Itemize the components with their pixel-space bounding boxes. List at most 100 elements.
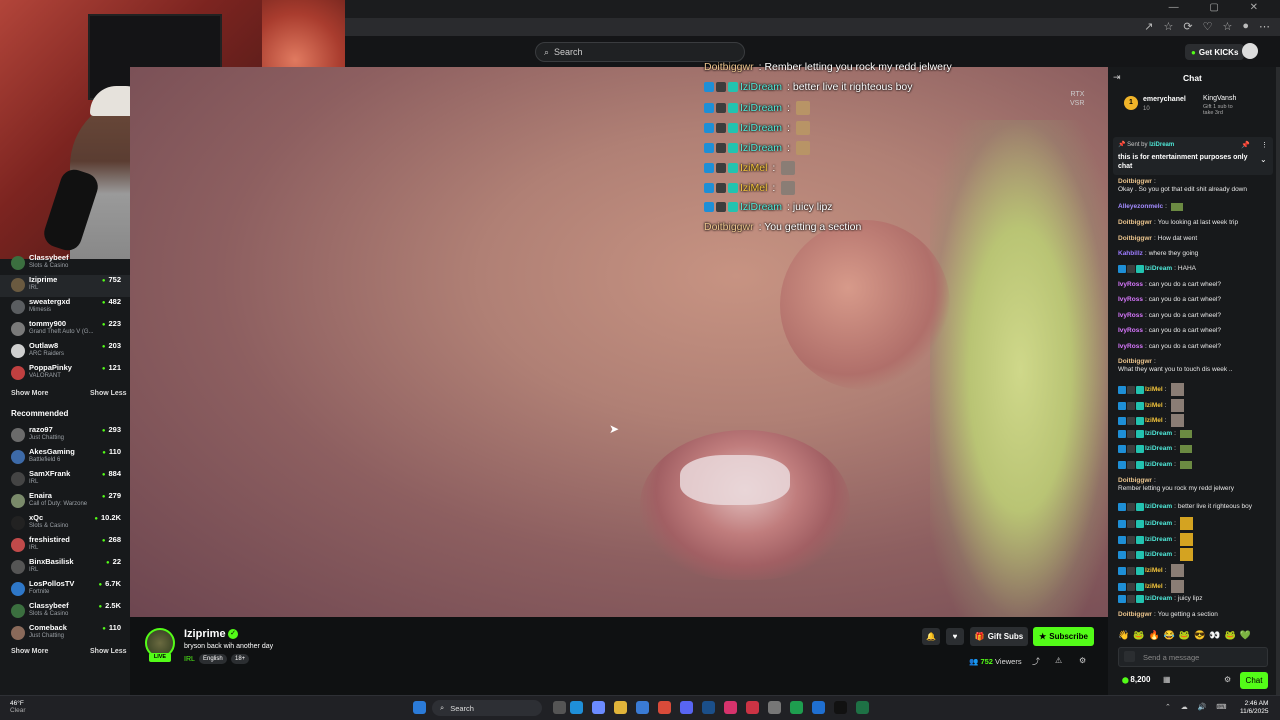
- chat-message[interactable]: IziDream:: [1118, 430, 1268, 438]
- chat-message[interactable]: IvyRoss: can you do a cart wheel?: [1118, 281, 1268, 289]
- follow-heart-icon[interactable]: ♥: [946, 628, 964, 645]
- recommended-show-less-button[interactable]: Show Less: [90, 648, 127, 655]
- sidebar-channel-item[interactable]: SamXFrankIRL 884: [0, 469, 130, 491]
- copilot-icon[interactable]: [592, 701, 605, 714]
- chat-username[interactable]: IvyRoss: [1118, 281, 1143, 289]
- sidebar-channel-item[interactable]: EnairaCall of Duty: Warzone 279: [0, 491, 130, 513]
- sidebar-channel-item[interactable]: PoppaPinkyVALORANT 121: [0, 363, 130, 385]
- emote-icon[interactable]: 👀: [1209, 630, 1220, 641]
- chat-username[interactable]: IziDream: [1145, 445, 1172, 453]
- chat-settings-icon[interactable]: ⚙: [1224, 675, 1231, 684]
- gift-subs-button[interactable]: 🎁 Gift Subs: [970, 627, 1028, 646]
- chat-username[interactable]: Doitbiggwr: [1118, 235, 1152, 243]
- chat-message[interactable]: IvyRoss: can you do a cart wheel?: [1118, 312, 1268, 320]
- chat-message[interactable]: IvyRoss: can you do a cart wheel?: [1118, 327, 1268, 335]
- video-player[interactable]: [130, 67, 1108, 617]
- chat-message[interactable]: IziDream:: [1118, 548, 1268, 561]
- sidebar-channel-item[interactable]: AkesGamingBattlefield 6 110: [0, 447, 130, 469]
- chat-message[interactable]: IziMel:: [1118, 383, 1268, 396]
- tag-mature[interactable]: 18+: [231, 654, 250, 664]
- sidebar-channel-item[interactable]: IziprimeIRL 752: [0, 275, 130, 297]
- collapse-chat-icon[interactable]: ⇥: [1113, 72, 1121, 83]
- chrome-icon[interactable]: [658, 701, 671, 714]
- show-more-button[interactable]: Show More: [11, 390, 48, 397]
- address-bar[interactable]: [345, 18, 1280, 36]
- chat-message-input[interactable]: Send a message: [1118, 647, 1268, 667]
- chat-message[interactable]: IziMel:: [1118, 399, 1268, 412]
- chat-username[interactable]: Doitbiggwr: [1118, 178, 1152, 186]
- browser-toolbar-icon[interactable]: ♡: [1203, 20, 1213, 33]
- chat-message[interactable]: IziMel:: [1118, 580, 1268, 593]
- chat-message[interactable]: IziDream:: [1118, 445, 1268, 453]
- gift-leader-name[interactable]: KingVansh: [1203, 95, 1236, 102]
- outlook-icon[interactable]: [812, 701, 825, 714]
- snipping-icon[interactable]: [746, 701, 759, 714]
- chat-message[interactable]: Doitbiggwr: Okay . So you got that edit s…: [1118, 178, 1268, 194]
- chat-message[interactable]: Alleyezonmelc:: [1118, 203, 1268, 211]
- chat-message[interactable]: IziDream:: [1118, 461, 1268, 469]
- get-kicks-button[interactable]: ● Get KICKs: [1185, 44, 1245, 60]
- chat-username[interactable]: IziDream: [1145, 503, 1172, 511]
- chat-username[interactable]: IziMel: [1145, 386, 1163, 394]
- sidebar-channel-item[interactable]: LosPollosTVFortnite 6.7K: [0, 579, 130, 601]
- browser-toolbar-icon[interactable]: ●: [1242, 20, 1249, 33]
- chat-username[interactable]: IvyRoss: [1118, 312, 1143, 320]
- chat-username[interactable]: Doitbiggwr: [1118, 219, 1152, 227]
- chat-message[interactable]: IvyRoss: can you do a cart wheel?: [1118, 343, 1268, 351]
- tiktok-icon[interactable]: [834, 701, 847, 714]
- chat-username[interactable]: Kahbillz: [1118, 250, 1143, 258]
- chevron-down-icon[interactable]: ⌄: [1260, 155, 1267, 164]
- task-view-icon[interactable]: [553, 701, 566, 714]
- emote-icon[interactable]: 🐸: [1225, 630, 1236, 641]
- chat-message[interactable]: IziDream:: [1118, 533, 1268, 546]
- show-less-button[interactable]: Show Less: [90, 390, 127, 397]
- unpin-icon[interactable]: 📌: [1241, 141, 1250, 149]
- pinned-sender-name[interactable]: IziDream: [1149, 142, 1174, 148]
- sidebar-channel-item[interactable]: Outlaw8ARC Raiders 203: [0, 341, 130, 363]
- discord-icon[interactable]: [680, 701, 693, 714]
- share-icon[interactable]: ⤴: [1032, 656, 1040, 667]
- chat-send-button[interactable]: Chat: [1240, 672, 1268, 689]
- taskbar-clock[interactable]: 2:46 AM 11/6/2025: [1240, 700, 1268, 716]
- chat-username[interactable]: IvyRoss: [1118, 343, 1143, 351]
- sidebar-channel-item[interactable]: razo97Just Chatting 293: [0, 425, 130, 447]
- chat-username[interactable]: IziMel: [1145, 567, 1163, 575]
- chat-username[interactable]: IziMel: [1145, 417, 1163, 425]
- browser-toolbar-icon[interactable]: ☆: [1164, 20, 1174, 33]
- settings-icon[interactable]: [768, 701, 781, 714]
- chat-username[interactable]: IziDream: [1145, 265, 1172, 273]
- windows-start-icon[interactable]: [413, 701, 426, 714]
- tag-language[interactable]: English: [199, 654, 227, 664]
- chat-message[interactable]: Doitbiggwr: You getting a section: [1118, 611, 1268, 619]
- chat-message[interactable]: IziDream:: [1118, 517, 1268, 530]
- page-scrollbar[interactable]: [1276, 67, 1280, 695]
- chat-username[interactable]: IziDream: [1145, 595, 1172, 603]
- taskbar-search[interactable]: ⌕ Search: [432, 700, 542, 716]
- pinned-menu-icon[interactable]: ⋮: [1261, 141, 1268, 149]
- sidebar-channel-item[interactable]: Classybeef Slots & Casino: [0, 253, 130, 275]
- browser-toolbar-icon[interactable]: ⋯: [1259, 20, 1270, 33]
- user-options-icon[interactable]: ⚙: [1079, 656, 1086, 665]
- chat-username[interactable]: IziDream: [1145, 430, 1172, 438]
- weather-widget[interactable]: 46°F Clear: [10, 700, 26, 714]
- sidebar-channel-item[interactable]: tommy900Grand Theft Auto V (G... 223: [0, 319, 130, 341]
- sidebar-channel-item[interactable]: freshistiredIRL 268: [0, 535, 130, 557]
- chat-message[interactable]: Doitbiggwr: How dat went: [1118, 235, 1268, 243]
- window-controls[interactable]: — ▢ ✕: [1169, 2, 1272, 13]
- chat-message[interactable]: Doitbiggwr: What they want you to touch d…: [1118, 358, 1268, 374]
- notification-bell-icon[interactable]: 🔔: [922, 628, 940, 645]
- excel-icon[interactable]: [856, 701, 869, 714]
- emote-icon[interactable]: 😎: [1194, 630, 1205, 641]
- instagram-icon[interactable]: [724, 701, 737, 714]
- chat-username[interactable]: IziMel: [1145, 583, 1163, 591]
- sidebar-channel-item[interactable]: ComebackJust Chatting 110: [0, 623, 130, 645]
- recommended-show-more-button[interactable]: Show More: [11, 648, 48, 655]
- store-icon[interactable]: [636, 701, 649, 714]
- kick-emote-icon[interactable]: [1124, 651, 1135, 662]
- subscribe-button[interactable]: ★ Subscribe: [1033, 627, 1094, 646]
- emote-icon[interactable]: 🐸: [1179, 630, 1190, 641]
- chat-username[interactable]: Doitbiggwr: [1118, 611, 1152, 619]
- browser-extension-icons[interactable]: ↗ ☆ ⟳ ♡ ☆ ● ⋯: [1144, 20, 1270, 33]
- emote-icon[interactable]: 👋: [1118, 630, 1129, 641]
- chat-message[interactable]: IziMel:: [1118, 414, 1268, 427]
